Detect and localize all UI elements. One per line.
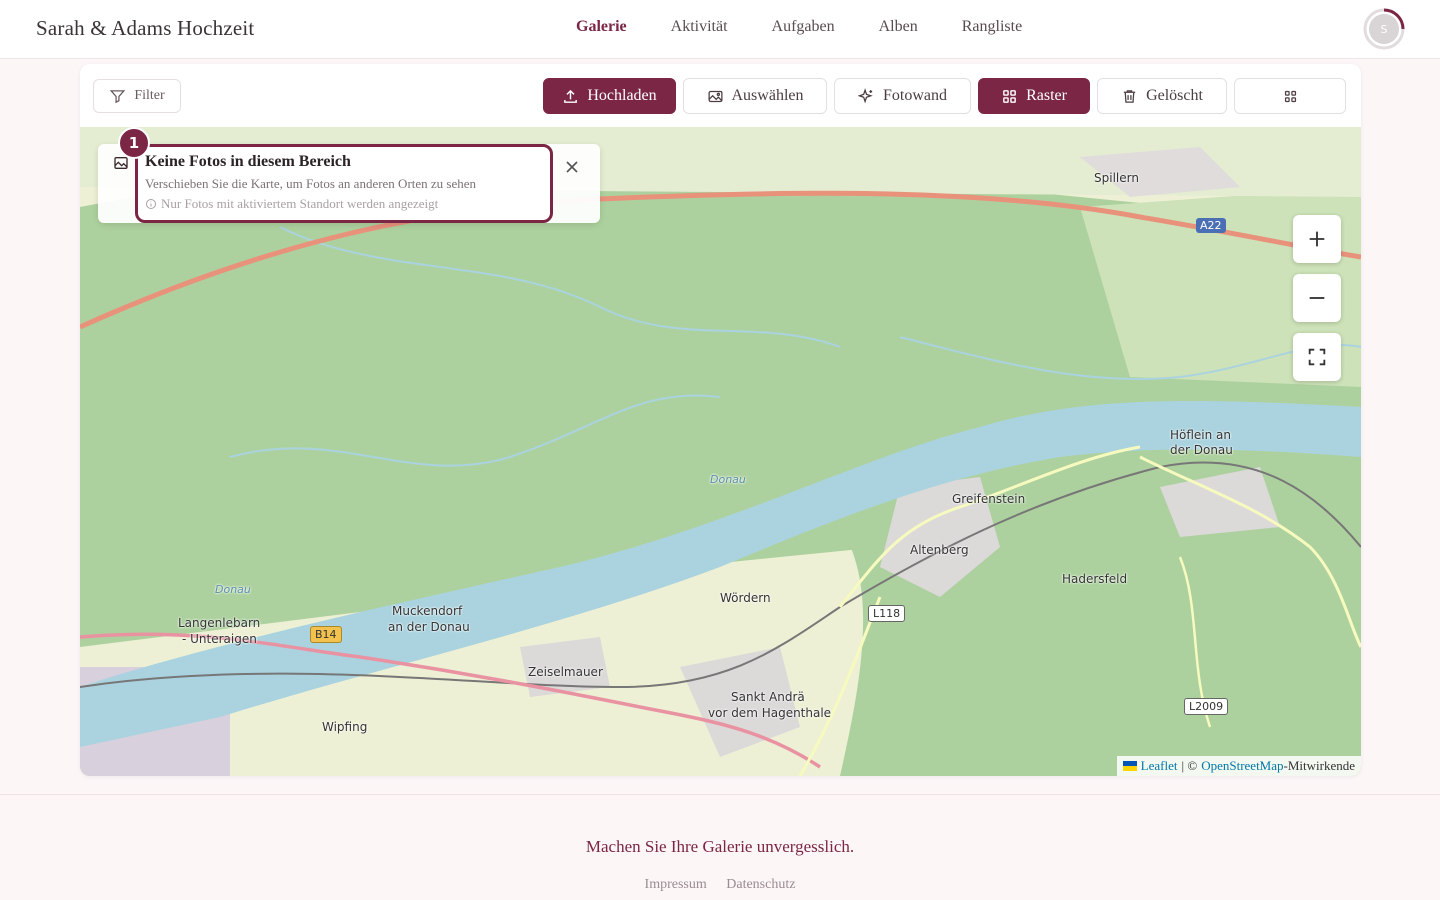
- sparkles-icon: [858, 87, 873, 103]
- zoom-in-button[interactable]: [1293, 215, 1341, 263]
- map-label-unteraigen: - Unteraigen: [182, 632, 257, 646]
- map-attribution: Leaflet | © OpenStreetMap -Mitwirkende: [1116, 756, 1361, 776]
- filter-button[interactable]: Filter: [93, 79, 181, 113]
- photo-map[interactable]: Spillern Höflein an der Donau Greifenste…: [80, 127, 1361, 776]
- layout-toggle-button[interactable]: [1234, 78, 1346, 114]
- osm-link[interactable]: OpenStreetMap: [1201, 758, 1283, 774]
- footer-links: Impressum Datenschutz: [0, 877, 1440, 893]
- map-label-greifenstein: Greifenstein: [952, 492, 1026, 506]
- map-label-zeiselmauer: Zeiselmauer: [528, 665, 603, 679]
- map-label-wordern: Wördern: [720, 591, 771, 605]
- grid-icon: [1003, 89, 1016, 103]
- map-label-muckendorf-2: an der Donau: [388, 620, 470, 634]
- expand-icon: [1308, 348, 1326, 366]
- map-label-sanktandra-2: vor dem Hagenthale: [708, 706, 832, 720]
- road-shield-l118: L118: [868, 605, 906, 622]
- photowall-button[interactable]: Fotowand: [834, 78, 971, 114]
- plus-icon: [1309, 231, 1325, 247]
- tour-step-badge: 1: [118, 127, 150, 159]
- popup-hint: Nur Fotos mit aktiviertem Standort werde…: [145, 196, 438, 212]
- map-label-wipfing: Wipfing: [322, 720, 368, 734]
- datenschutz-link[interactable]: Datenschutz: [726, 877, 795, 892]
- leaflet-link[interactable]: Leaflet: [1141, 758, 1178, 774]
- footer-tagline: Machen Sie Ihre Galerie unvergesslich.: [585, 837, 855, 856]
- impressum-link[interactable]: Impressum: [645, 877, 707, 892]
- road-shield-l2009: L2009: [1184, 698, 1229, 715]
- ukraine-flag-icon: [1122, 761, 1137, 771]
- popup-title: Keine Fotos in diesem Bereich: [145, 153, 351, 170]
- map-label-hoflein: Höflein an: [1170, 428, 1232, 442]
- grid-view-button[interactable]: Raster: [978, 78, 1090, 114]
- select-button[interactable]: Auswählen: [683, 78, 827, 114]
- avatar: S: [1369, 14, 1399, 44]
- popup-subtitle: Verschieben Sie die Karte, um Fotos an a…: [145, 176, 477, 191]
- minus-icon: [1309, 297, 1325, 299]
- filter-icon: [110, 89, 126, 103]
- upload-button[interactable]: Hochladen: [543, 78, 676, 114]
- map-label-donau: Donau: [710, 473, 746, 486]
- main-nav: Galerie Aktivität Aufgaben Alben Ranglis…: [576, 18, 1066, 36]
- nav-aktivitaet[interactable]: Aktivität: [671, 18, 728, 36]
- nav-galerie[interactable]: Galerie: [576, 18, 627, 36]
- gallery-toolbar: Filter Hochladen Auswählen Fotowand Rast…: [80, 64, 1361, 127]
- brand-title[interactable]: Sarah & Adams Hochzeit: [36, 16, 254, 41]
- nav-rangliste[interactable]: Rangliste: [962, 18, 1022, 36]
- top-header: Sarah & Adams Hochzeit Galerie Aktivität…: [0, 0, 1440, 59]
- close-icon[interactable]: [562, 157, 582, 177]
- nav-aufgaben[interactable]: Aufgaben: [772, 18, 835, 36]
- image-icon: [707, 90, 723, 102]
- zoom-out-button[interactable]: [1293, 274, 1341, 322]
- map-label-altenberg: Altenberg: [910, 543, 969, 557]
- footer-divider: [0, 794, 1440, 795]
- map-label-donau-west: Donau: [215, 583, 251, 596]
- map-label-sanktandra: Sankt Andrä: [731, 690, 805, 704]
- map-label-hoflein-2: der Donau: [1170, 443, 1233, 457]
- road-shield-b14: B14: [310, 626, 342, 643]
- map-label-muckendorf: Muckendorf: [392, 604, 463, 618]
- map-label-langenlebarn: Langenlebarn: [178, 616, 261, 630]
- info-icon: [146, 199, 156, 209]
- user-avatar-button[interactable]: S: [1363, 8, 1405, 50]
- no-photos-popup: Keine Fotos in diesem Bereich Verschiebe…: [135, 144, 553, 223]
- map-label-hadersfeld: Hadersfeld: [1062, 572, 1128, 586]
- upload-icon: [564, 89, 578, 103]
- deleted-button[interactable]: Gelöscht: [1097, 78, 1227, 114]
- map-label-spillern: Spillern: [1094, 171, 1139, 185]
- fullscreen-button[interactable]: [1293, 333, 1341, 381]
- nav-alben[interactable]: Alben: [879, 18, 918, 36]
- gallery-card: Filter Hochladen Auswählen Fotowand Rast…: [80, 64, 1361, 776]
- map-tiles: [80, 127, 1361, 776]
- trash-icon: [1123, 89, 1136, 103]
- road-shield-a22: A22: [1196, 218, 1226, 233]
- grid-small-icon: [1284, 90, 1296, 102]
